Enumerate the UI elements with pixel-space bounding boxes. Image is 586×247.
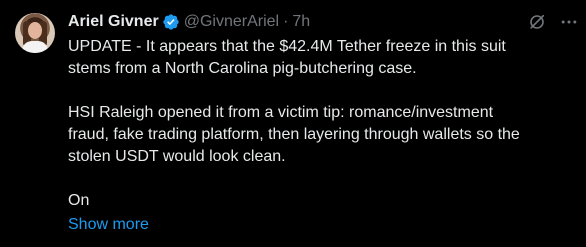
author-handle[interactable]: @GivnerAriel [184,12,279,32]
tweet-header: Ariel Givner @GivnerAriel · 7h [68,12,310,32]
tweet-card[interactable]: Ariel Givner @GivnerAriel · 7h UPDATE - … [0,0,586,247]
avatar-face [28,22,42,39]
tweet-text: UPDATE - It appears that the $42.4M Teth… [68,36,580,212]
more-options-icon[interactable] [559,12,579,32]
author-name[interactable]: Ariel Givner [68,12,159,32]
grok-icon[interactable] [527,12,547,32]
verified-badge-icon[interactable] [162,13,180,31]
tweet-text-line: fraud, fake trading platform, then layer… [68,126,520,143]
tweet-text-line: stolen USDT would look clean. [68,148,286,165]
header-separator: · [283,13,289,30]
tweet-text-line: stems from a North Carolina pig-butcheri… [68,60,417,77]
tweet-text-line: HSI Raleigh opened it from a victim tip:… [68,104,494,121]
tweet-text-line: UPDATE - It appears that the $42.4M Teth… [68,38,506,55]
avatar[interactable] [15,13,55,53]
tweet-timestamp[interactable]: 7h [292,12,310,32]
show-more-link[interactable]: Show more [68,214,149,236]
tweet-text-line: On [68,192,90,209]
avatar-shirt [22,41,48,53]
